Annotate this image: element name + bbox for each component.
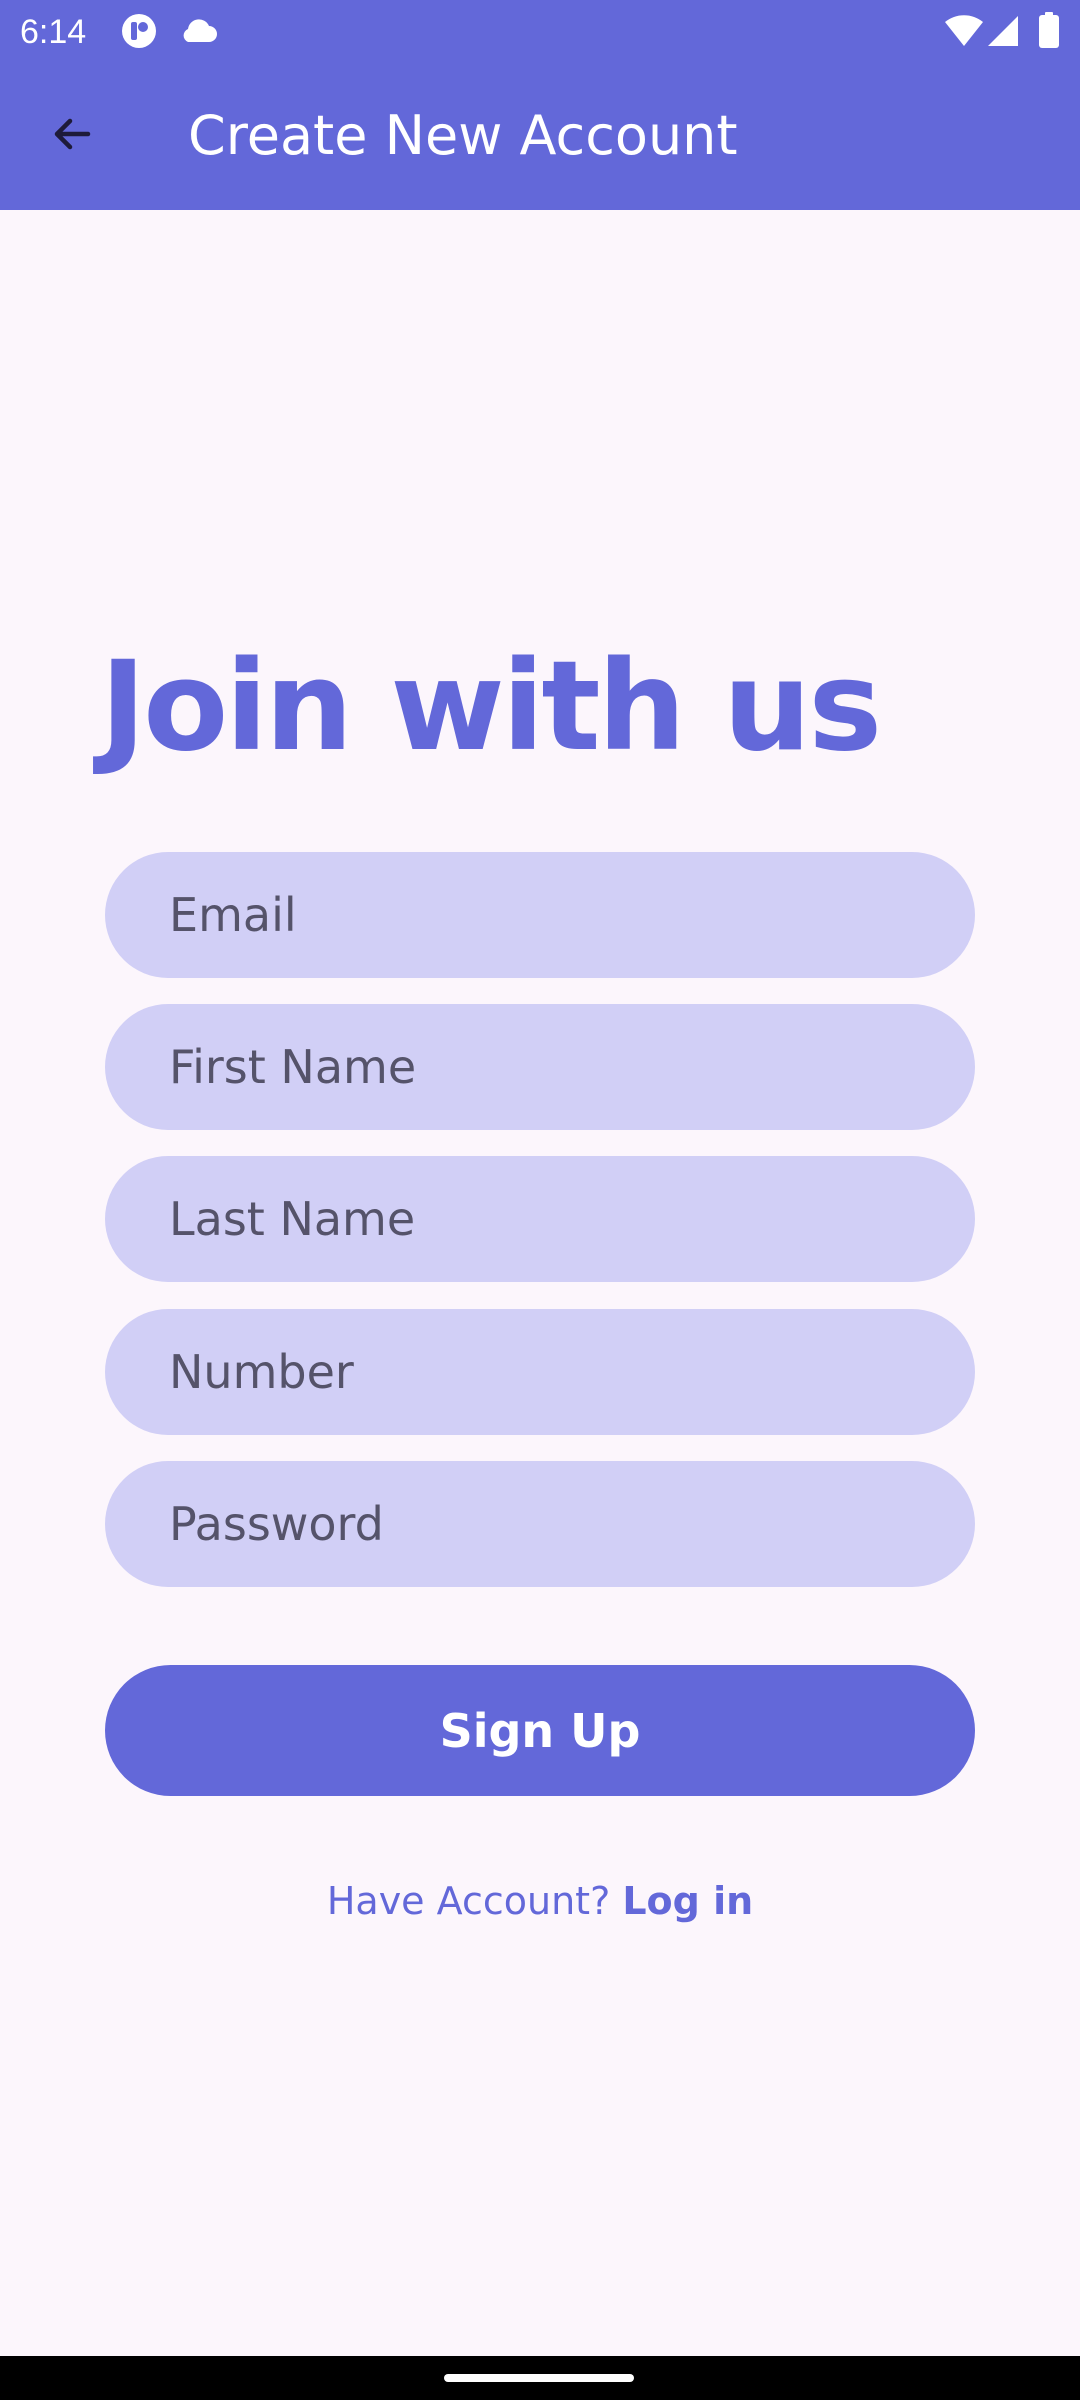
- notification-app-icon: [120, 12, 158, 54]
- app-bar: Create New Account: [0, 62, 1080, 210]
- email-input[interactable]: [105, 852, 975, 978]
- status-bar: 6:14: [0, 0, 1080, 62]
- number-input[interactable]: [105, 1309, 975, 1435]
- password-input[interactable]: [105, 1461, 975, 1587]
- system-navigation-bar: [0, 2356, 1080, 2400]
- app-title: Create New Account: [188, 104, 738, 167]
- login-link[interactable]: Log in: [622, 1879, 753, 1923]
- page-heading: Join with us: [100, 635, 882, 779]
- cell-signal-icon: [986, 14, 1020, 52]
- wifi-icon: [944, 14, 984, 52]
- last-name-input[interactable]: [105, 1156, 975, 1282]
- arrow-back-icon: [48, 110, 96, 162]
- back-button[interactable]: [30, 94, 114, 178]
- cloud-icon: [178, 16, 218, 48]
- login-prompt-text: Have Account?: [326, 1879, 623, 1923]
- first-name-input[interactable]: [105, 1004, 975, 1130]
- sign-up-button[interactable]: Sign Up: [105, 1665, 975, 1796]
- status-time: 6:14: [20, 13, 87, 51]
- battery-icon: [1038, 12, 1060, 52]
- home-gesture-handle[interactable]: [444, 2374, 634, 2382]
- login-prompt-row: Have Account? Log in: [0, 1876, 1080, 1926]
